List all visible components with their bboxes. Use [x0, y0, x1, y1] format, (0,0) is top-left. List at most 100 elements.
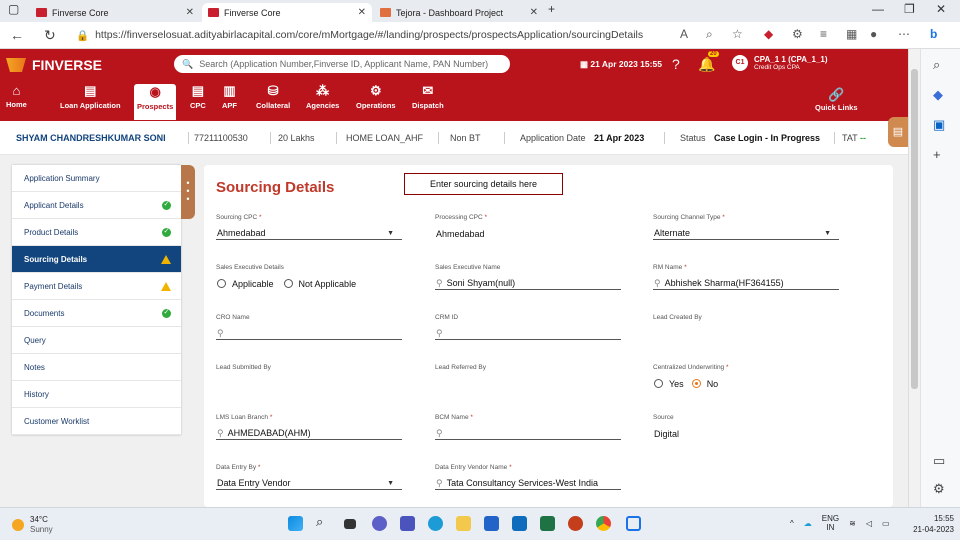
zoom-icon[interactable]: ⌕ — [706, 27, 713, 42]
quick-links[interactable]: 🔗 Quick Links — [815, 87, 858, 112]
close-tab-icon[interactable]: ✕ — [530, 7, 538, 18]
file-explorer-icon[interactable] — [456, 516, 471, 531]
side-panel-toggle[interactable]: ▤ — [888, 117, 908, 147]
app-logo[interactable]: FINVERSE — [6, 57, 102, 73]
minimize-icon[interactable]: — — [872, 2, 884, 16]
radio-applicable[interactable] — [217, 279, 226, 288]
favorite-icon[interactable]: ☆ — [732, 27, 743, 41]
nav-cpc[interactable]: ▤ CPC — [190, 83, 206, 110]
nav-agencies[interactable]: ⁂ Agencies — [306, 83, 339, 110]
browser-tab-strip: ▢ Finverse Core ✕ Finverse Core ✕ Tejora… — [0, 0, 960, 22]
chrome-icon[interactable] — [596, 516, 611, 531]
sidebar-item-product-details[interactable]: Product Details — [12, 219, 181, 246]
sidebar-item-customer-worklist[interactable]: Customer Worklist — [12, 408, 181, 435]
read-aloud-icon[interactable]: A — [680, 27, 688, 41]
radio-no[interactable] — [691, 379, 701, 388]
rm-name-field[interactable]: RM Name * ⚲ Abhishek Sharma(HF364155) — [653, 264, 839, 290]
sales-executive-name-field[interactable]: Sales Executive Name ⚲ Soni Shyam(null) — [435, 264, 621, 290]
cro-name-field[interactable]: CRO Name ⚲ — [216, 314, 402, 340]
nav-collateral[interactable]: ⛁ Collateral — [256, 83, 290, 110]
sidebar-item-sourcing-details[interactable]: Sourcing Details — [12, 246, 181, 273]
system-clock[interactable]: 15:55 21-04-2023 — [913, 513, 954, 535]
edge-icon[interactable] — [428, 516, 443, 531]
nav-apf[interactable]: ▥ APF — [222, 83, 237, 110]
weather-condition: Sunny — [30, 525, 53, 534]
store-icon[interactable] — [484, 516, 499, 531]
excel-icon[interactable] — [540, 516, 555, 531]
search-input[interactable]: 🔍 Search (Application Number,Finverse ID… — [174, 55, 510, 73]
nav-prospects[interactable]: ◉ Prospects — [134, 84, 177, 120]
favorites-icon[interactable]: ≡ — [820, 27, 827, 41]
sidebar-toggle-icon[interactable]: ▭ — [933, 453, 945, 469]
sidebar-item-notes[interactable]: Notes — [12, 354, 181, 381]
outlook-app-icon[interactable] — [512, 516, 527, 531]
browser-tab-2[interactable]: Finverse Core ✕ — [202, 3, 372, 22]
sidebar-item-history[interactable]: History — [12, 381, 181, 408]
sourcing-channel-type-field[interactable]: Sourcing Channel Type * Alternate ▼ — [653, 214, 839, 240]
back-icon[interactable]: ← — [10, 27, 24, 43]
data-entry-by-field[interactable]: Data Entry By * Data Entry Vendor ▼ — [216, 464, 402, 490]
nav-loan-application[interactable]: ▤ Loan Application — [60, 83, 121, 110]
close-window-icon[interactable]: ✕ — [936, 2, 946, 16]
search-icon[interactable]: ⌕ — [933, 57, 940, 73]
tab-actions-icon[interactable]: ▢ — [8, 2, 19, 16]
close-tab-icon[interactable]: ✕ — [186, 7, 194, 18]
settings-icon[interactable]: ⚙ — [933, 481, 945, 497]
shopping-icon[interactable]: ◆ — [933, 87, 943, 103]
browser-tab-1[interactable]: Finverse Core ✕ — [30, 3, 200, 22]
notepad-icon[interactable] — [626, 516, 641, 531]
profile-icon[interactable]: ● — [870, 27, 877, 41]
user-menu[interactable]: C1 CPA_1 1 (CPA_1_1) Credit Ops CPA — [732, 55, 828, 71]
sidebar-item-application-summary[interactable]: Application Summary — [12, 165, 181, 192]
chat-icon[interactable] — [372, 516, 387, 531]
bcm-name-field[interactable]: BCM Name * ⚲ — [435, 414, 621, 440]
add-icon[interactable]: + — [933, 147, 941, 162]
sidebar-collapse-handle[interactable]: • • • — [181, 165, 195, 219]
new-tab-icon[interactable]: + — [548, 2, 555, 16]
nav-operations[interactable]: ⚙ Operations — [356, 83, 396, 110]
extensions-icon[interactable]: ⚙ — [792, 27, 803, 41]
radio-not-applicable[interactable] — [283, 279, 293, 288]
close-tab-icon[interactable]: ✕ — [358, 7, 366, 18]
collections-icon[interactable]: ▦ — [846, 27, 857, 41]
page-scrollbar[interactable] — [908, 49, 920, 507]
sourcing-cpc-field[interactable]: Sourcing CPC * Ahmedabad ▼ — [216, 214, 402, 240]
radio-label: Applicable — [232, 278, 274, 289]
bell-icon[interactable]: 🔔 — [698, 56, 715, 73]
data-entry-vendor-name-field[interactable]: Data Entry Vendor Name * ⚲ Tata Consultan… — [435, 464, 621, 490]
outlook-icon[interactable]: ▣ — [933, 117, 945, 133]
lms-loan-branch-field[interactable]: LMS Loan Branch * ⚲ AHMEDABAD(AHM) — [216, 414, 402, 440]
chevron-down-icon: ▼ — [387, 229, 394, 237]
sidebar-item-documents[interactable]: Documents — [12, 300, 181, 327]
restore-icon[interactable]: ❐ — [904, 2, 915, 16]
radio-yes[interactable] — [654, 379, 663, 388]
sidebar-item-payment-details[interactable]: Payment Details — [12, 273, 181, 300]
browser-tab-3[interactable]: Tejora - Dashboard Project ✕ — [374, 3, 544, 22]
language-indicator[interactable]: ENG IN — [822, 514, 839, 532]
crm-id-field[interactable]: CRM ID ⚲ — [435, 314, 621, 340]
powerpoint-icon[interactable] — [568, 516, 583, 531]
nav-home[interactable]: ⌂ Home — [6, 83, 27, 109]
sidebar-item-label: Sourcing Details — [24, 254, 88, 264]
nav-dispatch[interactable]: ✉ Dispatch — [412, 83, 444, 110]
task-view-icon[interactable] — [344, 519, 356, 529]
wifi-icon[interactable]: ≋ — [849, 519, 856, 528]
clock-time: 15:55 — [933, 514, 954, 523]
battery-icon[interactable]: ▭ — [882, 519, 890, 528]
more-icon[interactable]: ⋯ — [898, 27, 910, 41]
chevron-up-icon[interactable]: ^ — [790, 519, 794, 528]
weather-widget[interactable]: 34°C Sunny — [12, 515, 53, 535]
sidebar-item-query[interactable]: Query — [12, 327, 181, 354]
extension-icon[interactable]: ◆ — [764, 27, 773, 41]
url-field[interactable]: 🔒 https://finverselosuat.adityabirlacapi… — [76, 25, 643, 45]
volume-icon[interactable]: ◁ — [866, 519, 872, 528]
help-icon[interactable]: ? — [672, 56, 680, 72]
bing-icon[interactable]: b — [930, 27, 937, 41]
teams-icon[interactable] — [400, 516, 415, 531]
sidebar-item-applicant-details[interactable]: Applicant Details — [12, 192, 181, 219]
scrollbar-thumb[interactable] — [911, 69, 918, 389]
refresh-icon[interactable]: ↻ — [44, 27, 56, 44]
onedrive-icon[interactable]: ☁ — [804, 519, 812, 528]
taskbar-search-icon[interactable]: ⌕ — [316, 514, 331, 529]
start-icon[interactable] — [288, 516, 303, 531]
